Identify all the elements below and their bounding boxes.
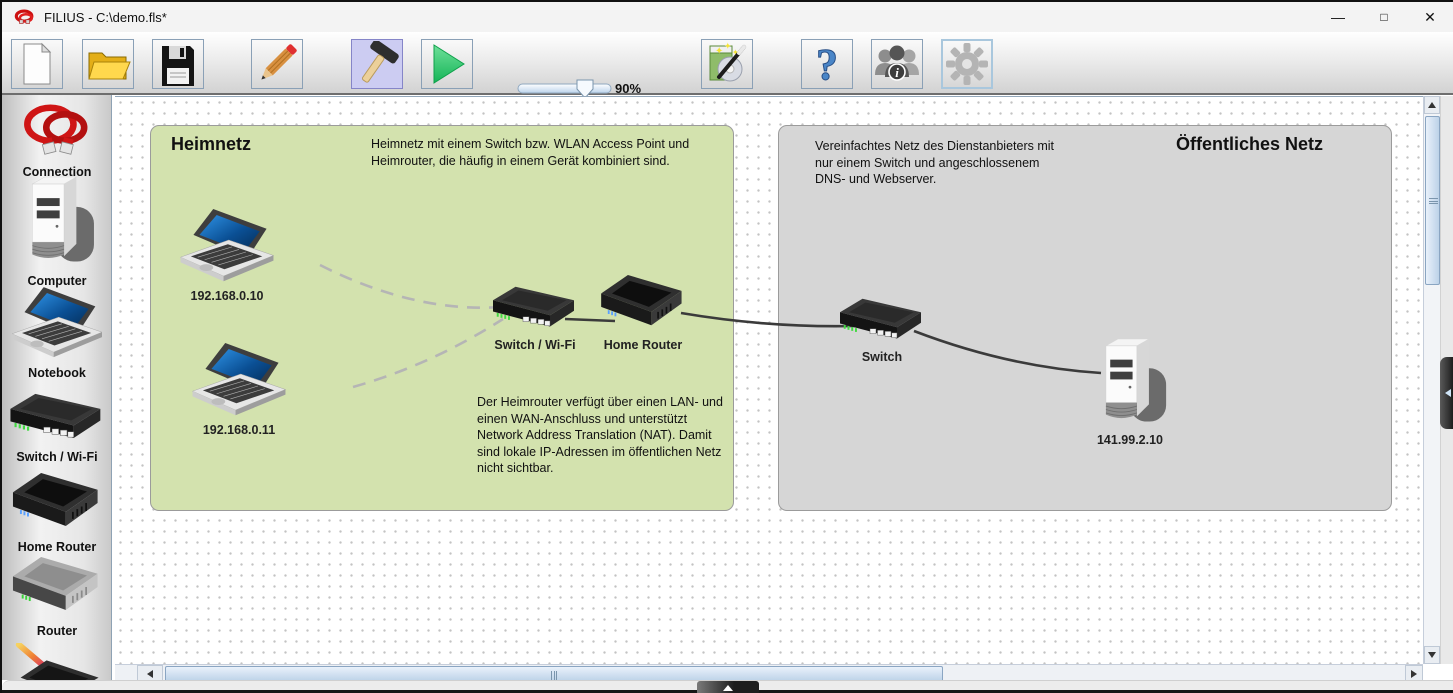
sidebar-item-switch[interactable]: Switch / Wi-Fi [2, 393, 112, 464]
arrow-up-icon [1428, 102, 1436, 108]
device-label: 141.99.2.10 [1050, 433, 1210, 447]
device-label: Home Router [563, 338, 723, 352]
device-label: 192.168.0.11 [159, 423, 319, 437]
device-home-router[interactable]: Home Router [563, 275, 723, 352]
component-palette: Connection Computer Notebook Switch / Wi… [2, 95, 112, 680]
expand-bottom-panel-button[interactable] [697, 681, 759, 693]
switch-icon [10, 393, 104, 443]
sidebar-item-label: Home Router [2, 540, 112, 554]
laptop-icon [179, 343, 299, 417]
red-cable-icon [11, 102, 103, 158]
open-file-button[interactable] [82, 39, 134, 89]
router-icon [12, 557, 102, 617]
svg-text:✦: ✦ [732, 48, 739, 57]
arrow-left-icon [1445, 389, 1451, 397]
network-canvas[interactable]: Heimnetz Heimnetz mit einem Switch bzw. … [115, 96, 1423, 664]
svg-text:?: ? [816, 41, 838, 87]
scroll-grip-icon [551, 671, 557, 680]
floppy-disk-icon [156, 42, 200, 86]
play-icon [425, 42, 469, 86]
sidebar-item-label: Router [2, 624, 112, 638]
question-mark-icon: ? [804, 41, 850, 87]
pencil-icon [254, 41, 300, 87]
maximize-button[interactable]: □ [1361, 2, 1407, 32]
laptop-icon [167, 209, 287, 283]
home-router-icon [601, 275, 685, 332]
close-button[interactable]: ✕ [1407, 2, 1453, 32]
save-file-button[interactable] [152, 39, 204, 89]
svg-text:✦: ✦ [724, 41, 732, 51]
about-button[interactable]: i [871, 39, 923, 89]
window-title: FILIUS - C:\demo.fls* [44, 10, 167, 25]
toolbar: 90% ✦✦ ✦ ? [2, 32, 1453, 95]
sidebar-item-label: Computer [2, 274, 112, 288]
minimize-button[interactable]: — [1315, 2, 1361, 32]
arrow-down-icon [1428, 652, 1436, 658]
server-tower-icon [1087, 337, 1173, 427]
help-button[interactable]: ? [801, 39, 853, 89]
title-bar[interactable]: FILIUS - C:\demo.fls* — □ ✕ [2, 2, 1453, 32]
laptop-icon [7, 287, 107, 359]
wizard-button[interactable]: ✦✦ ✦ [701, 39, 753, 89]
sidebar-item-connection[interactable]: Connection [2, 102, 112, 179]
minimize-icon: — [1331, 9, 1345, 25]
folder-icon [85, 43, 131, 85]
scroll-grip-icon [1429, 198, 1438, 204]
scroll-down-button[interactable] [1424, 646, 1440, 664]
sidebar-item-label: Notebook [2, 366, 112, 380]
close-icon: ✕ [1424, 9, 1436, 26]
filius-window: FILIUS - C:\demo.fls* — □ ✕ [0, 0, 1453, 693]
modem-icon [9, 643, 105, 680]
arrow-left-icon [147, 670, 153, 678]
sidebar-item-modem[interactable] [2, 643, 112, 680]
sidebar-item-router[interactable]: Router [2, 557, 112, 638]
vertical-scroll-thumb[interactable] [1425, 116, 1440, 285]
device-notebook-2[interactable]: 192.168.0.11 [159, 343, 319, 437]
panel-collapse-tab[interactable] [1440, 357, 1453, 429]
blank-page-icon [16, 42, 58, 86]
build-mode-button[interactable] [351, 39, 403, 89]
maximize-icon: □ [1380, 10, 1387, 24]
desktop-tower-icon [13, 175, 101, 267]
svg-text:✦: ✦ [715, 46, 723, 57]
design-mode-button[interactable] [251, 39, 303, 89]
arrow-up-icon [723, 685, 733, 691]
svg-text:i: i [895, 65, 899, 80]
vertical-scrollbar[interactable] [1423, 96, 1440, 664]
sidebar-item-notebook[interactable]: Notebook [2, 287, 112, 380]
gear-icon [944, 41, 990, 87]
device-label: 192.168.0.10 [147, 289, 307, 303]
software-wizard-icon: ✦✦ ✦ [704, 41, 750, 87]
device-server[interactable]: 141.99.2.10 [1050, 337, 1210, 447]
home-router-icon [12, 473, 102, 533]
scroll-up-button[interactable] [1424, 96, 1440, 114]
sidebar-item-label: Switch / Wi-Fi [2, 450, 112, 464]
arrow-right-icon [1411, 670, 1417, 678]
switch-icon [840, 297, 924, 344]
hammer-icon [354, 41, 400, 87]
sidebar-item-home-router[interactable]: Home Router [2, 473, 112, 554]
device-label: Switch [802, 350, 962, 364]
sidebar-item-computer[interactable]: Computer [2, 175, 112, 288]
filius-logo-icon [14, 8, 36, 26]
settings-button[interactable] [941, 39, 993, 89]
action-mode-button[interactable] [421, 39, 473, 89]
people-info-icon: i [873, 41, 921, 87]
new-file-button[interactable] [11, 39, 63, 89]
zoom-value: 90% [615, 81, 641, 96]
device-notebook-1[interactable]: 192.168.0.10 [147, 209, 307, 303]
device-switch-public[interactable]: Switch [802, 297, 962, 364]
